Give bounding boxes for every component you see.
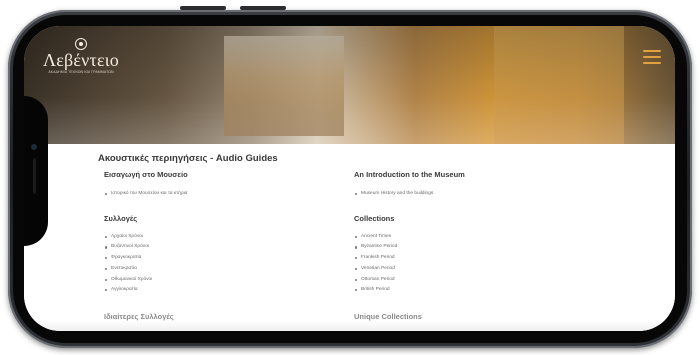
english-intro-section: An Introduction to the Museum Museum His… (354, 170, 594, 200)
greek-next-title: Ιδιαίτερες Συλλογές (104, 311, 174, 321)
page-title: Ακουστικές περιηγήσεις - Audio Guides (98, 153, 278, 164)
english-column: An Introduction to the Museum Museum His… (354, 170, 594, 327)
logo-subtitle: ΑΚΑΔΗΜΙΑ ΤΕΧΝΩΝ ΚΑΙ ΓΡΑΜΜΑΤΩΝ (48, 70, 114, 74)
english-next-title: Unique Collections (354, 311, 422, 321)
hamburger-line (643, 62, 661, 64)
greek-collections-section: Συλλογές Αρχαίοι Χρόνοι Βυζαντινοί Χρόνο… (104, 214, 344, 296)
english-collections-list: Ancient Times Byzantine Period Frankish … (354, 232, 594, 296)
audio-guide-link[interactable]: Φραγκοκρατία (104, 253, 344, 264)
audio-guide-link[interactable]: Museum History and the buildings (354, 189, 594, 200)
bottom-fade (24, 321, 675, 331)
greek-next-section: Ιδιαίτερες Συλλογές (104, 312, 344, 321)
english-collections-section: Collections Ancient Times Byzantine Peri… (354, 214, 594, 296)
site-logo[interactable]: Λεβέντειο ΑΚΑΔΗΜΙΑ ΤΕΧΝΩΝ ΚΑΙ ΓΡΑΜΜΑΤΩΝ (36, 38, 126, 84)
phone-screen: Λεβέντειο ΑΚΑΔΗΜΙΑ ΤΕΧΝΩΝ ΚΑΙ ΓΡΑΜΜΑΤΩΝ … (24, 26, 675, 331)
audio-guide-link[interactable]: Βυζαντινοί Χρόνοι (104, 242, 344, 253)
audio-guide-link[interactable]: British Period (354, 285, 594, 296)
volume-up-button (180, 6, 226, 10)
english-next-section: Unique Collections (354, 312, 594, 321)
audio-guide-link[interactable]: Ottoman Period (354, 275, 594, 286)
volume-down-button (240, 6, 286, 10)
audio-guide-link[interactable]: Venetian Period (354, 264, 594, 275)
main-content: Ακουστικές περιηγήσεις - Audio Guides Ει… (24, 144, 675, 331)
audio-guide-link[interactable]: Αγγλοκρατία (104, 285, 344, 296)
audio-guide-link[interactable]: Ενετοκρατία (104, 264, 344, 275)
audio-guide-link[interactable]: Frankish Period (354, 253, 594, 264)
greek-collections-title: Συλλογές (104, 213, 138, 223)
greek-intro-title: Εισαγωγή στο Μουσείο (104, 170, 188, 179)
logo-text: Λεβέντειο (43, 50, 119, 70)
hamburger-line (643, 56, 661, 58)
greek-intro-list: Ιστορικό του Μουσείου και τα κτήρια (104, 189, 344, 200)
speaker-grille (33, 158, 36, 194)
audio-guide-link[interactable]: Ancient Times (354, 232, 594, 243)
english-collections-title: Collections (354, 213, 395, 223)
camera-icon (31, 144, 37, 150)
greek-intro-section: Εισαγωγή στο Μουσείο Ιστορικό του Μουσεί… (104, 170, 344, 200)
audio-guide-link[interactable]: Ιστορικό του Μουσείου και τα κτήρια (104, 189, 344, 200)
hamburger-menu-icon[interactable] (643, 50, 661, 64)
phone-notch (24, 96, 48, 246)
greek-column: Εισαγωγή στο Μουσείο Ιστορικό του Μουσεί… (104, 170, 344, 327)
hamburger-line (643, 50, 661, 52)
greek-collections-list: Αρχαίοι Χρόνοι Βυζαντινοί Χρόνοι Φραγκοκ… (104, 232, 344, 296)
english-intro-title: An Introduction to the Museum (354, 170, 465, 179)
audio-guide-link[interactable]: Αρχαίοι Χρόνοι (104, 232, 344, 243)
audio-guide-link[interactable]: Οθωμανικοί Χρόνοι (104, 275, 344, 286)
english-intro-list: Museum History and the buildings (354, 189, 594, 200)
heart-seal-icon (75, 38, 87, 50)
audio-guide-link[interactable]: Byzantine Period (354, 242, 594, 253)
